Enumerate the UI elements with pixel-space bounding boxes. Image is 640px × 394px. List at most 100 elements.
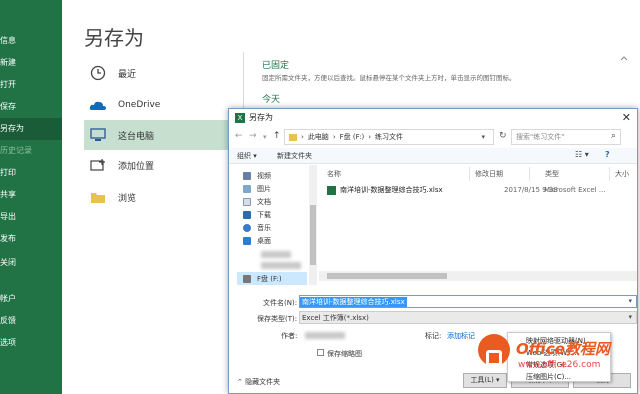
- tree-item-music[interactable]: 音乐: [243, 221, 271, 234]
- filetype-select[interactable]: Excel 工作簿(*.xlsx) ▾: [299, 311, 637, 324]
- download-icon: [243, 210, 251, 219]
- computer-icon: [88, 125, 108, 145]
- nav-print[interactable]: 打印: [0, 162, 62, 184]
- breadcrumb-sep: ›: [332, 133, 336, 141]
- file-row[interactable]: 南洋培训-数据整理综合技巧.xlsx 2017/8/15 9:38 Micros…: [327, 184, 637, 196]
- pinned-heading: 已固定: [262, 61, 290, 71]
- chevron-down-icon[interactable]: ▾: [263, 133, 267, 141]
- file-list-header: 名称 修改日期 类型 大小: [319, 165, 639, 183]
- chevron-down-icon[interactable]: ▾: [628, 297, 632, 305]
- filetype-label: 保存类型(T):: [257, 315, 298, 323]
- nav-publish[interactable]: 发布: [0, 228, 62, 250]
- today-heading: 今天: [262, 95, 281, 105]
- place-label: 最近: [118, 69, 137, 80]
- thumbnail-checkbox[interactable]: [317, 349, 324, 356]
- excel-icon: X: [235, 112, 245, 123]
- blurred-drive: [261, 262, 301, 269]
- tree-label: 文档: [257, 197, 271, 206]
- column-name[interactable]: 名称: [327, 169, 341, 179]
- thumbnail-label: 保存缩略图: [327, 350, 362, 358]
- column-date[interactable]: 修改日期: [475, 169, 503, 179]
- back-icon[interactable]: ←: [235, 131, 243, 141]
- place-onedrive[interactable]: OneDrive: [84, 90, 234, 120]
- place-recent[interactable]: 最近: [84, 58, 234, 88]
- tree-item-videos[interactable]: 视频: [243, 169, 271, 182]
- backstage-scrollbar[interactable]: [620, 56, 628, 116]
- place-label: 添加位置: [118, 161, 155, 172]
- watermark-text: Office教程网: [516, 340, 610, 358]
- add-location-icon: [88, 155, 108, 175]
- search-input[interactable]: 搜索"练习文件" ⌕: [511, 129, 621, 145]
- tree-item-desktop[interactable]: 桌面: [243, 234, 271, 247]
- breadcrumb-item[interactable]: F盘 (F:): [340, 132, 365, 142]
- nav-open[interactable]: 打开: [0, 74, 62, 96]
- nav-save[interactable]: 保存: [0, 96, 62, 118]
- drive-icon: [243, 274, 251, 283]
- column-size[interactable]: 大小: [615, 169, 629, 179]
- nav-options[interactable]: 选项: [0, 332, 62, 354]
- office-logo-icon: [478, 334, 510, 366]
- place-label: 浏览: [118, 193, 137, 204]
- scroll-thumb[interactable]: [327, 273, 447, 279]
- nav-share[interactable]: 共享: [0, 184, 62, 206]
- place-browse[interactable]: 浏览: [84, 182, 234, 212]
- backstage-nav-rail: 信息 新建 打开 保存 另存为 历史记录 打印 共享 导出 发布 关闭 帐户 反…: [0, 0, 62, 394]
- tree-label: 视频: [257, 171, 271, 180]
- forward-icon[interactable]: →: [249, 131, 257, 141]
- nav-history[interactable]: 历史记录: [0, 140, 62, 162]
- filename-label: 文件名(N):: [263, 299, 298, 307]
- tree-scroll-thumb[interactable]: [310, 205, 316, 265]
- folder-icon: [88, 187, 108, 207]
- add-tags-link[interactable]: 添加标记: [447, 331, 475, 341]
- organize-button[interactable]: 组织 ▾: [237, 151, 257, 161]
- folder-icon: [289, 133, 297, 141]
- nav-export[interactable]: 导出: [0, 206, 62, 228]
- place-label: OneDrive: [118, 100, 161, 110]
- page-title: 另存为: [84, 26, 144, 50]
- breadcrumb-item[interactable]: 此电脑: [308, 132, 329, 142]
- blurred-drive: [261, 251, 291, 258]
- address-bar[interactable]: › 此电脑 › F盘 (F:) › 练习文件 ▾: [284, 129, 494, 145]
- place-this-pc[interactable]: 这台电脑: [84, 120, 234, 150]
- nav-info[interactable]: 信息: [0, 30, 62, 52]
- nav-save-as[interactable]: 另存为: [0, 118, 62, 140]
- close-icon[interactable]: ✕: [622, 111, 631, 124]
- up-icon[interactable]: ↑: [273, 131, 281, 141]
- tree-label: F盘 (F:): [257, 274, 282, 283]
- nav-feedback[interactable]: 反馈: [0, 310, 62, 332]
- tree-item-pictures[interactable]: 图片: [243, 182, 271, 195]
- breadcrumb-item[interactable]: 练习文件: [375, 132, 403, 142]
- nav-account[interactable]: 帐户: [0, 288, 62, 310]
- tree-label: 图片: [257, 184, 271, 193]
- chevron-down-icon[interactable]: ▾: [628, 313, 632, 321]
- breadcrumb-sep: ›: [368, 133, 371, 141]
- pictures-icon: [243, 184, 251, 193]
- nav-close[interactable]: 关闭: [0, 252, 62, 274]
- hide-folders-toggle[interactable]: ⌃ 隐藏文件夹: [237, 377, 280, 387]
- help-icon[interactable]: ?: [605, 150, 610, 159]
- cloud-icon: [88, 95, 108, 115]
- tree-item-downloads[interactable]: 下载: [243, 208, 271, 221]
- tree-item-documents[interactable]: 文档: [243, 195, 271, 208]
- dialog-title: 另存为: [249, 113, 273, 122]
- horizontal-scrollbar[interactable]: [319, 271, 637, 281]
- view-options-icon[interactable]: ☷ ▾: [575, 150, 589, 159]
- tree-label: 桌面: [257, 236, 271, 245]
- blurred-author: [305, 332, 345, 339]
- new-folder-button[interactable]: 新建文件夹: [277, 151, 312, 161]
- chevron-down-icon[interactable]: ▾: [481, 133, 485, 141]
- tree-item-f-drive[interactable]: F盘 (F:): [237, 272, 307, 285]
- column-type[interactable]: 类型: [545, 169, 559, 179]
- column-separator[interactable]: [469, 167, 470, 181]
- column-separator[interactable]: [609, 167, 610, 181]
- nav-new[interactable]: 新建: [0, 52, 62, 74]
- dialog-titlebar[interactable]: X 另存为 ✕: [229, 109, 637, 126]
- tree-label: 音乐: [257, 223, 271, 232]
- navigation-bar: ← → ▾ ↑ › 此电脑 › F盘 (F:) › 练习文件 ▾ ↻ 搜索"练习…: [229, 126, 637, 148]
- filename-value: 南洋培训-数据整理综合技巧.xlsx: [300, 296, 407, 307]
- filename-field[interactable]: 南洋培训-数据整理综合技巧.xlsx ▾: [299, 295, 637, 308]
- tags-label: 标记:: [425, 332, 442, 340]
- refresh-icon[interactable]: ↻: [499, 131, 507, 141]
- place-add-location[interactable]: 添加位置: [84, 150, 234, 180]
- column-separator[interactable]: [529, 167, 530, 181]
